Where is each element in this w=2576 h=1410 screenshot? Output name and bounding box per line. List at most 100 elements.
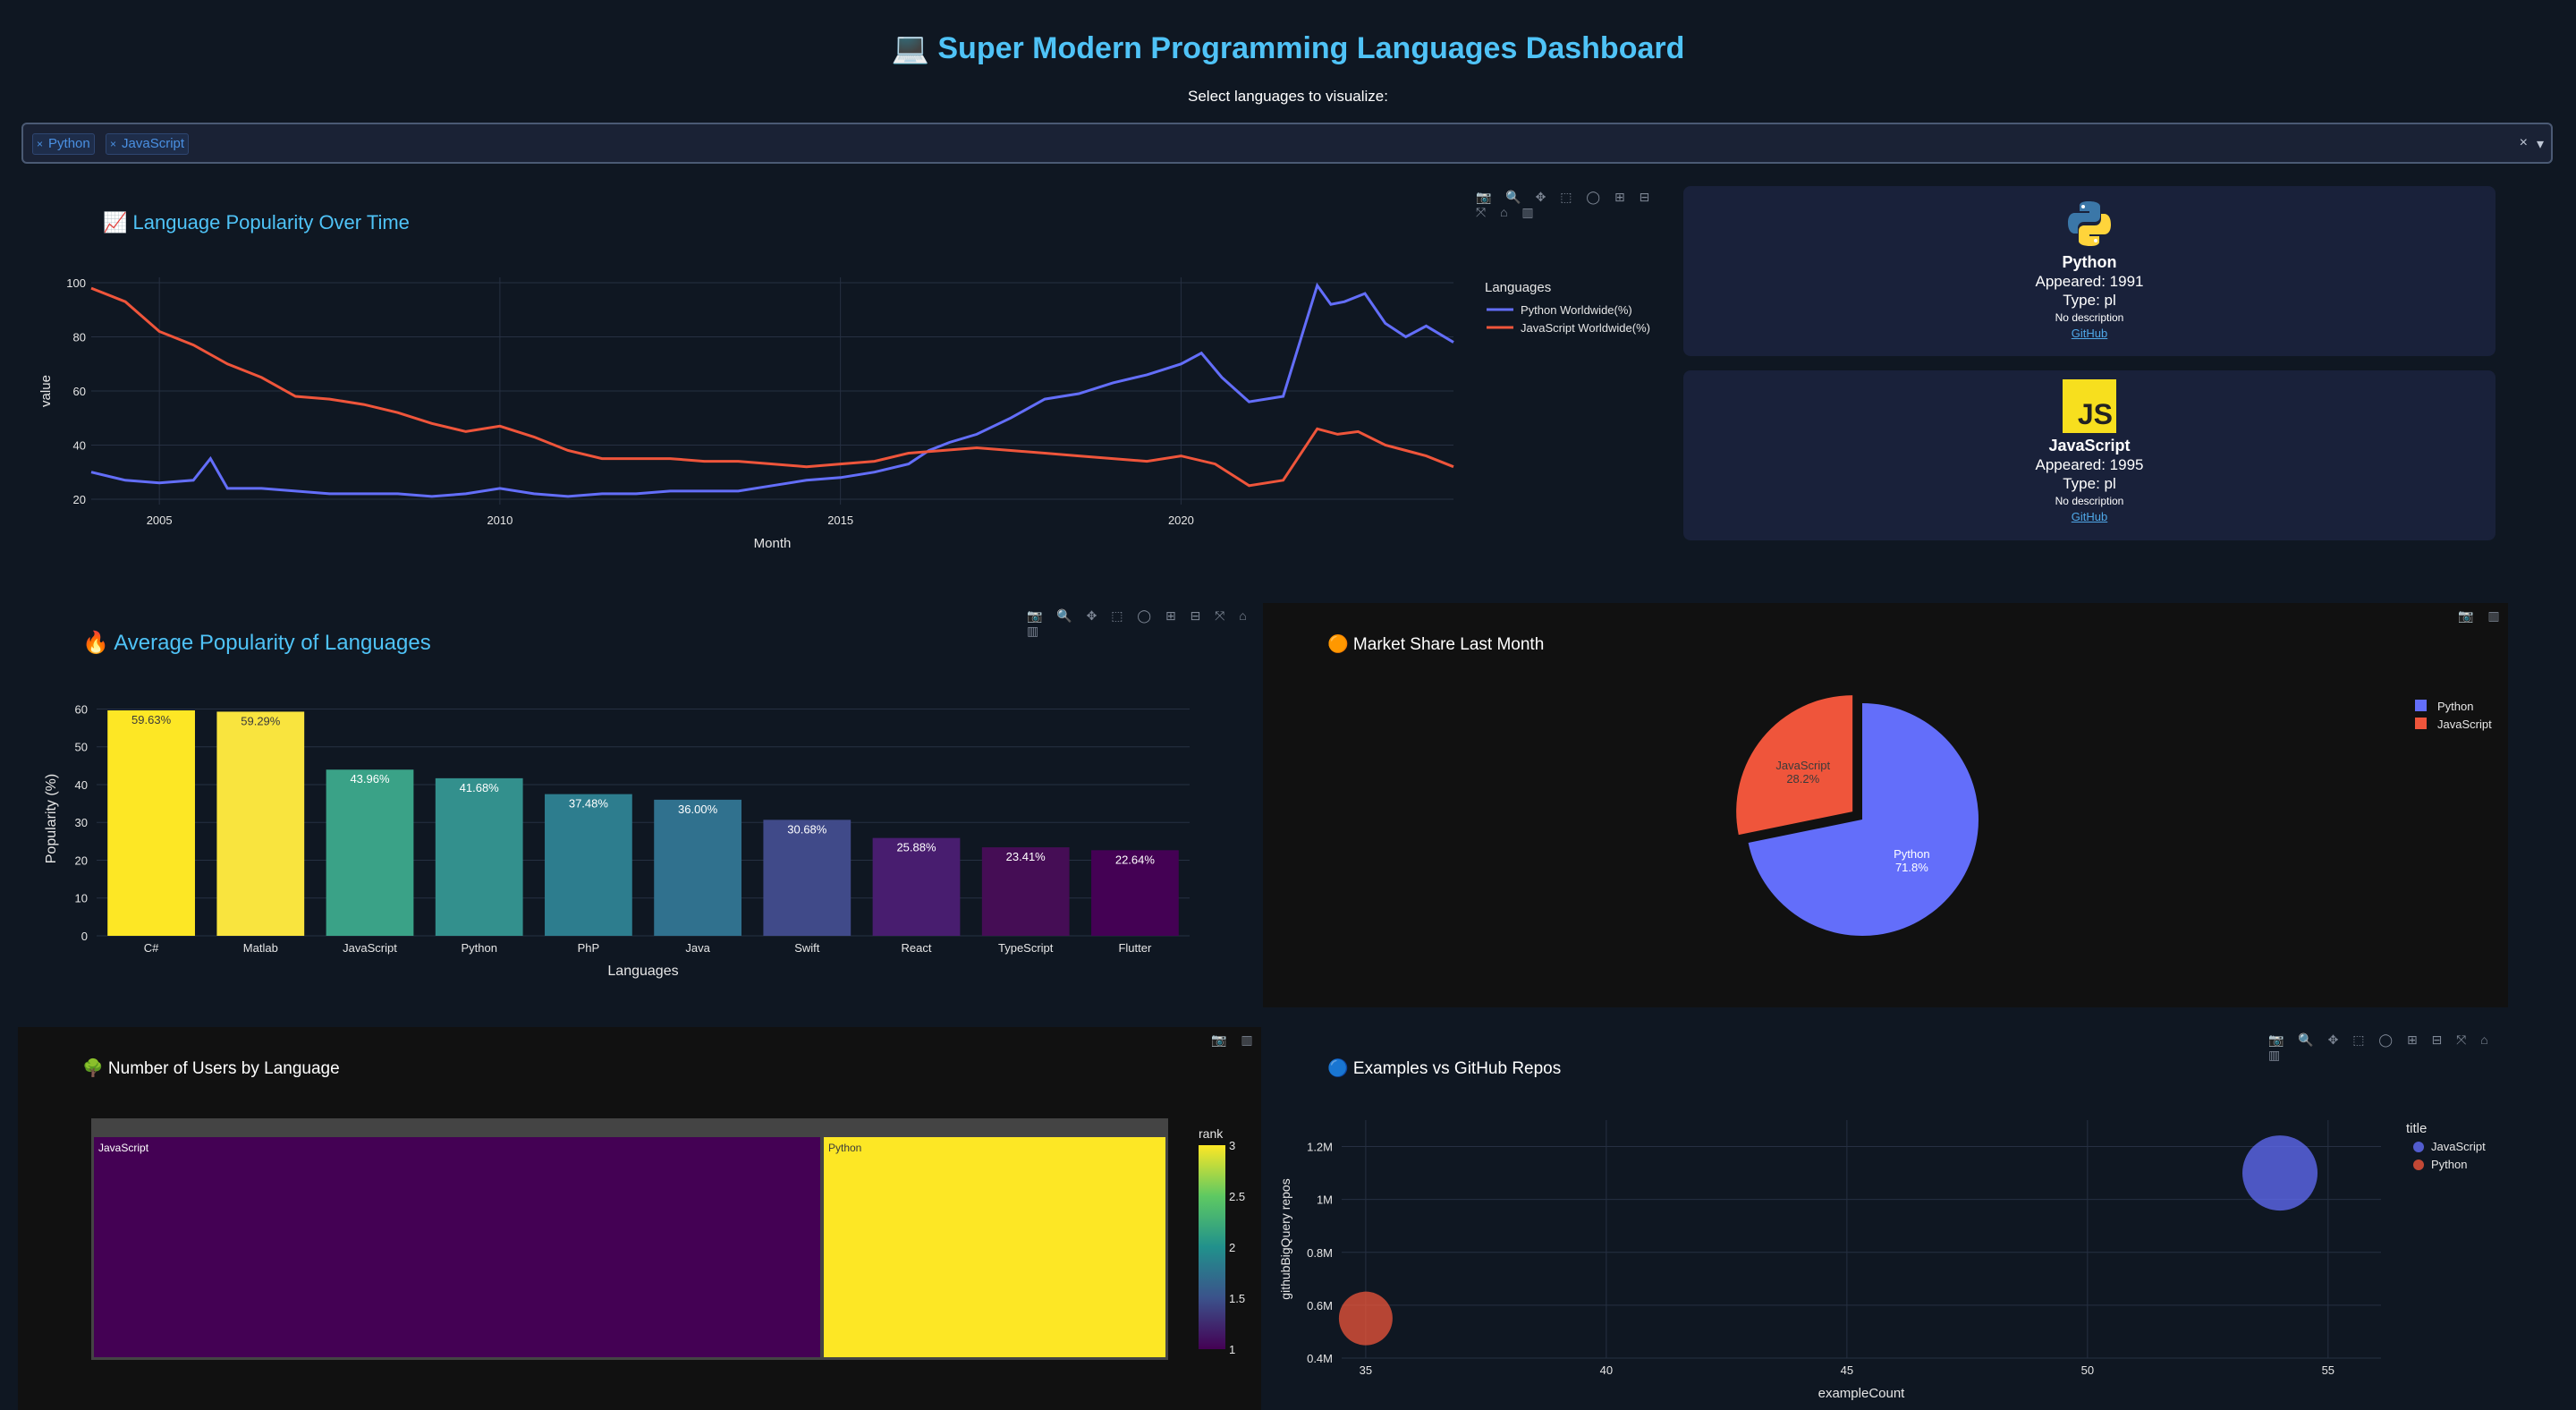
colorbar-tick-label: 2 — [1229, 1241, 1235, 1254]
treemap-label: Python — [828, 1142, 861, 1154]
pie-slice-label: JavaScript — [1775, 759, 1830, 772]
bar-1 — [216, 711, 305, 936]
scatter-point-javascript — [2242, 1135, 2318, 1211]
scatter-point-python — [1338, 1291, 1393, 1346]
x-tick-label: Java — [685, 941, 710, 955]
y-tick-label: 60 — [73, 385, 86, 398]
x-tick-label: Python — [461, 941, 496, 955]
legend-swatch — [2415, 718, 2427, 729]
bar-value-label: 30.68% — [787, 822, 827, 836]
x-tick-label: 2005 — [147, 514, 173, 527]
x-tick-label: 45 — [1841, 1363, 1853, 1377]
x-tick-label: JavaScript — [343, 941, 397, 955]
bar-value-label: 23.41% — [1006, 850, 1046, 863]
y-tick-label: 0 — [81, 930, 88, 943]
card-type: Type: pl — [2063, 292, 2116, 309]
y-axis-label: Popularity (%) — [44, 774, 59, 863]
x-tick-label: Swift — [794, 941, 820, 955]
pie-slice-percent: 28.2% — [1786, 772, 1819, 786]
x-axis-label: exampleCount — [1818, 1386, 1906, 1401]
legend-label: JavaScript — [2431, 1140, 2486, 1153]
y-tick-label: 40 — [75, 778, 88, 792]
treemap-chart: JavaScript Python rank 3 2.5 2 1.5 1 — [91, 1118, 1245, 1360]
page-title: 💻 Super Modern Programming Languages Das… — [891, 31, 1685, 65]
pie-chart: Python71.8%JavaScript28.2%PythonJavaScri… — [1736, 695, 2492, 936]
card-name: Python — [2062, 253, 2117, 271]
bar-value-label: 59.29% — [241, 714, 281, 727]
bar-2 — [326, 769, 414, 936]
x-tick-label: 40 — [1600, 1363, 1613, 1377]
bar-value-label: 36.00% — [678, 803, 718, 816]
x-tick-label: 50 — [2081, 1363, 2094, 1377]
scatter-chart: 0.4M 0.6M 0.8M 1M 1.2M 35 40 45 50 55 exampleCount… — [1278, 1120, 2486, 1401]
x-tick-label: C# — [144, 941, 159, 955]
card-github-link[interactable]: GitHub — [1683, 326, 2496, 342]
y-tick-label: 40 — [73, 438, 86, 452]
colorbar-tick-label: 1.5 — [1229, 1292, 1245, 1305]
y-tick-label: 1.2M — [1307, 1141, 1333, 1154]
card-description: No description — [2055, 495, 2124, 507]
legend-title: Languages — [1485, 280, 1551, 295]
select-label: Select languages to visualize: — [1188, 88, 1388, 105]
bar-chart: 0 10 20 30 40 50 60 59.63% C# 59.29% Matlab 43.96% J… — [44, 702, 1190, 979]
bar-value-label: 59.63% — [131, 713, 172, 726]
card-description: No description — [2055, 311, 2124, 324]
x-tick-label: TypeScript — [998, 941, 1054, 955]
line-chart: 20 40 60 80 100 2005 2010 2015 2020 Month value Lan… — [38, 276, 1650, 551]
chip-python[interactable]: × Python — [32, 133, 95, 155]
legend-label: Python — [2437, 700, 2473, 713]
bar-0 — [107, 710, 195, 936]
colorbar — [1199, 1145, 1225, 1349]
bar-4 — [545, 794, 632, 936]
chip-javascript[interactable]: × JavaScript — [106, 133, 190, 155]
clear-icon[interactable]: × — [2520, 135, 2528, 151]
bar-value-label: 22.64% — [1115, 853, 1156, 866]
treemap-panel: 🌳 Number of Users by Language 📷 ▥ JavaSc… — [18, 1027, 1261, 1410]
legend-swatch — [2413, 1159, 2424, 1170]
language-card-python: Python Appeared: 1991 Type: pl No descri… — [1683, 186, 2496, 356]
bar-value-label: 37.48% — [569, 797, 609, 811]
y-tick-label: 60 — [75, 702, 88, 716]
x-tick-label: 2020 — [1168, 514, 1194, 527]
bar-5 — [654, 799, 741, 936]
pie-chart-panel: 🟠 Market Share Last Month 📷 ▥ Python 71.8… — [1263, 603, 2508, 1007]
language-multiselect[interactable]: × Python × JavaScript × ▾ — [21, 123, 2553, 164]
pie-slice-percent: 71.8% — [1895, 861, 1928, 874]
chip-remove-icon[interactable]: × — [37, 138, 43, 150]
line-chart-panel: 📈 Language Popularity Over Time 📷 🔍 ✥ ⬚ … — [18, 184, 1668, 569]
x-tick-label: 2010 — [487, 514, 513, 527]
card-appeared: Appeared: 1995 — [2035, 456, 2144, 473]
y-tick-label: 1M — [1317, 1193, 1333, 1207]
x-tick-label: Flutter — [1118, 941, 1152, 955]
chip-remove-icon[interactable]: × — [110, 138, 116, 150]
treemap-label: JavaScript — [98, 1142, 149, 1154]
x-tick-label: React — [902, 941, 932, 955]
card-type: Type: pl — [2063, 475, 2116, 492]
scatter-panel: 🔵 Examples vs GitHub Repos 📷 🔍 ✥ ⬚ ◯ ⊞ ⊟… — [1263, 1027, 2508, 1410]
legend-label: Python — [2431, 1158, 2467, 1171]
card-github-link[interactable]: GitHub — [1683, 509, 2496, 525]
legend-label: JavaScript Worldwide(%) — [1521, 321, 1650, 335]
series-line-1 — [90, 286, 1454, 488]
chip-label: Python — [48, 136, 90, 151]
bar-value-label: 43.96% — [350, 772, 390, 786]
card-name: JavaScript — [2048, 437, 2131, 454]
legend-label: JavaScript — [2437, 718, 2492, 731]
colorbar-title: rank — [1199, 1126, 1224, 1141]
bar-value-label: 25.88% — [896, 841, 936, 854]
bar-chart-panel: 🔥 Average Popularity of Languages 📷 🔍 ✥ … — [18, 601, 1261, 1006]
chip-label: JavaScript — [122, 136, 185, 151]
y-tick-label: 20 — [73, 493, 86, 506]
y-tick-label: 20 — [75, 854, 88, 867]
y-tick-label: 80 — [73, 331, 86, 344]
y-tick-label: 100 — [66, 276, 86, 290]
x-axis-label: Languages — [607, 964, 678, 979]
x-axis-label: Month — [754, 536, 792, 551]
bar-3 — [435, 777, 523, 936]
pie-slice-label: Python — [1894, 847, 1929, 861]
y-tick-label: 0.8M — [1307, 1246, 1333, 1260]
bar-6 — [763, 820, 852, 936]
treemap-tile-1 — [822, 1135, 1167, 1359]
chevron-down-icon[interactable]: ▾ — [2537, 135, 2544, 153]
colorbar-tick-label: 1 — [1229, 1343, 1235, 1356]
